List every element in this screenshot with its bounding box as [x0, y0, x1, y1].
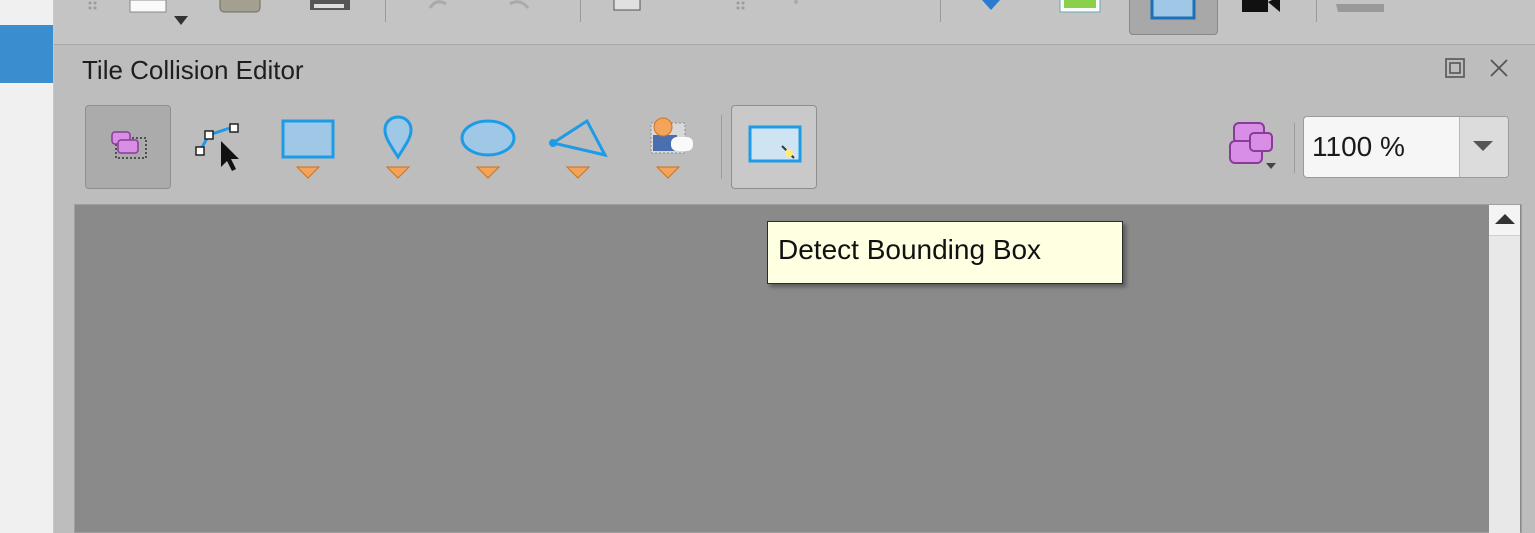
back-arrow-icon[interactable]	[1324, 0, 1394, 18]
new-document-icon[interactable]	[128, 0, 198, 32]
insert-tile-button[interactable]	[625, 105, 711, 189]
map-view-icon[interactable]	[1056, 0, 1106, 14]
panel-title: Tile Collision Editor	[82, 55, 304, 85]
save-icon[interactable]	[306, 0, 356, 16]
grip-icon	[736, 1, 745, 10]
left-sidebar-strip	[0, 0, 54, 533]
stamp-icon[interactable]	[610, 0, 650, 14]
tile-collision-toggle[interactable]	[1129, 0, 1218, 35]
select-objects-button[interactable]	[85, 105, 171, 189]
redo-icon[interactable]	[502, 0, 542, 14]
insert-ellipse-button[interactable]	[445, 105, 531, 189]
insert-rectangle-button[interactable]	[265, 105, 351, 189]
insert-polygon-icon	[549, 118, 608, 179]
camera-icon[interactable]	[1236, 0, 1286, 18]
open-icon[interactable]	[216, 0, 266, 14]
dot-icon	[794, 0, 798, 4]
chevron-down-icon	[1473, 141, 1493, 151]
main-toolbar	[54, 0, 1535, 45]
float-panel-icon[interactable]	[1444, 57, 1466, 79]
close-panel-icon[interactable]	[1488, 57, 1510, 79]
insert-tile-icon	[650, 117, 693, 179]
detect-bounding-box-icon	[748, 125, 802, 163]
select-objects-icon	[111, 131, 147, 159]
insert-point-icon	[383, 115, 413, 179]
rectangle-icon	[1150, 0, 1196, 20]
zoom-value: 1100 %	[1312, 131, 1405, 162]
zoom-dropdown-button[interactable]	[1459, 117, 1508, 177]
edit-polygons-button[interactable]	[175, 105, 261, 189]
chevron-up-icon	[1495, 214, 1515, 224]
undo-icon[interactable]	[424, 0, 464, 14]
toolbar-separator	[1294, 123, 1295, 173]
insert-ellipse-icon	[460, 119, 516, 179]
tile-collision-editor-panel: Tile Collision Editor 1100 %	[74, 45, 1535, 533]
grip-icon	[88, 1, 97, 10]
insert-point-button[interactable]	[355, 105, 441, 189]
layers-menu-icon[interactable]	[1224, 119, 1280, 175]
scroll-up-button[interactable]	[1489, 205, 1520, 236]
detect-bounding-box-button[interactable]	[731, 105, 817, 189]
zoom-select[interactable]: 1100 %	[1303, 116, 1509, 178]
edit-polygons-icon	[195, 123, 239, 171]
selected-sidebar-item[interactable]	[0, 25, 53, 83]
toolbar-separator	[721, 115, 722, 179]
layer-down-icon[interactable]	[976, 0, 1006, 14]
tooltip: Detect Bounding Box	[767, 221, 1123, 284]
insert-rectangle-icon	[281, 119, 335, 179]
vertical-scrollbar[interactable]	[1489, 205, 1520, 533]
insert-polygon-button[interactable]	[535, 105, 621, 189]
